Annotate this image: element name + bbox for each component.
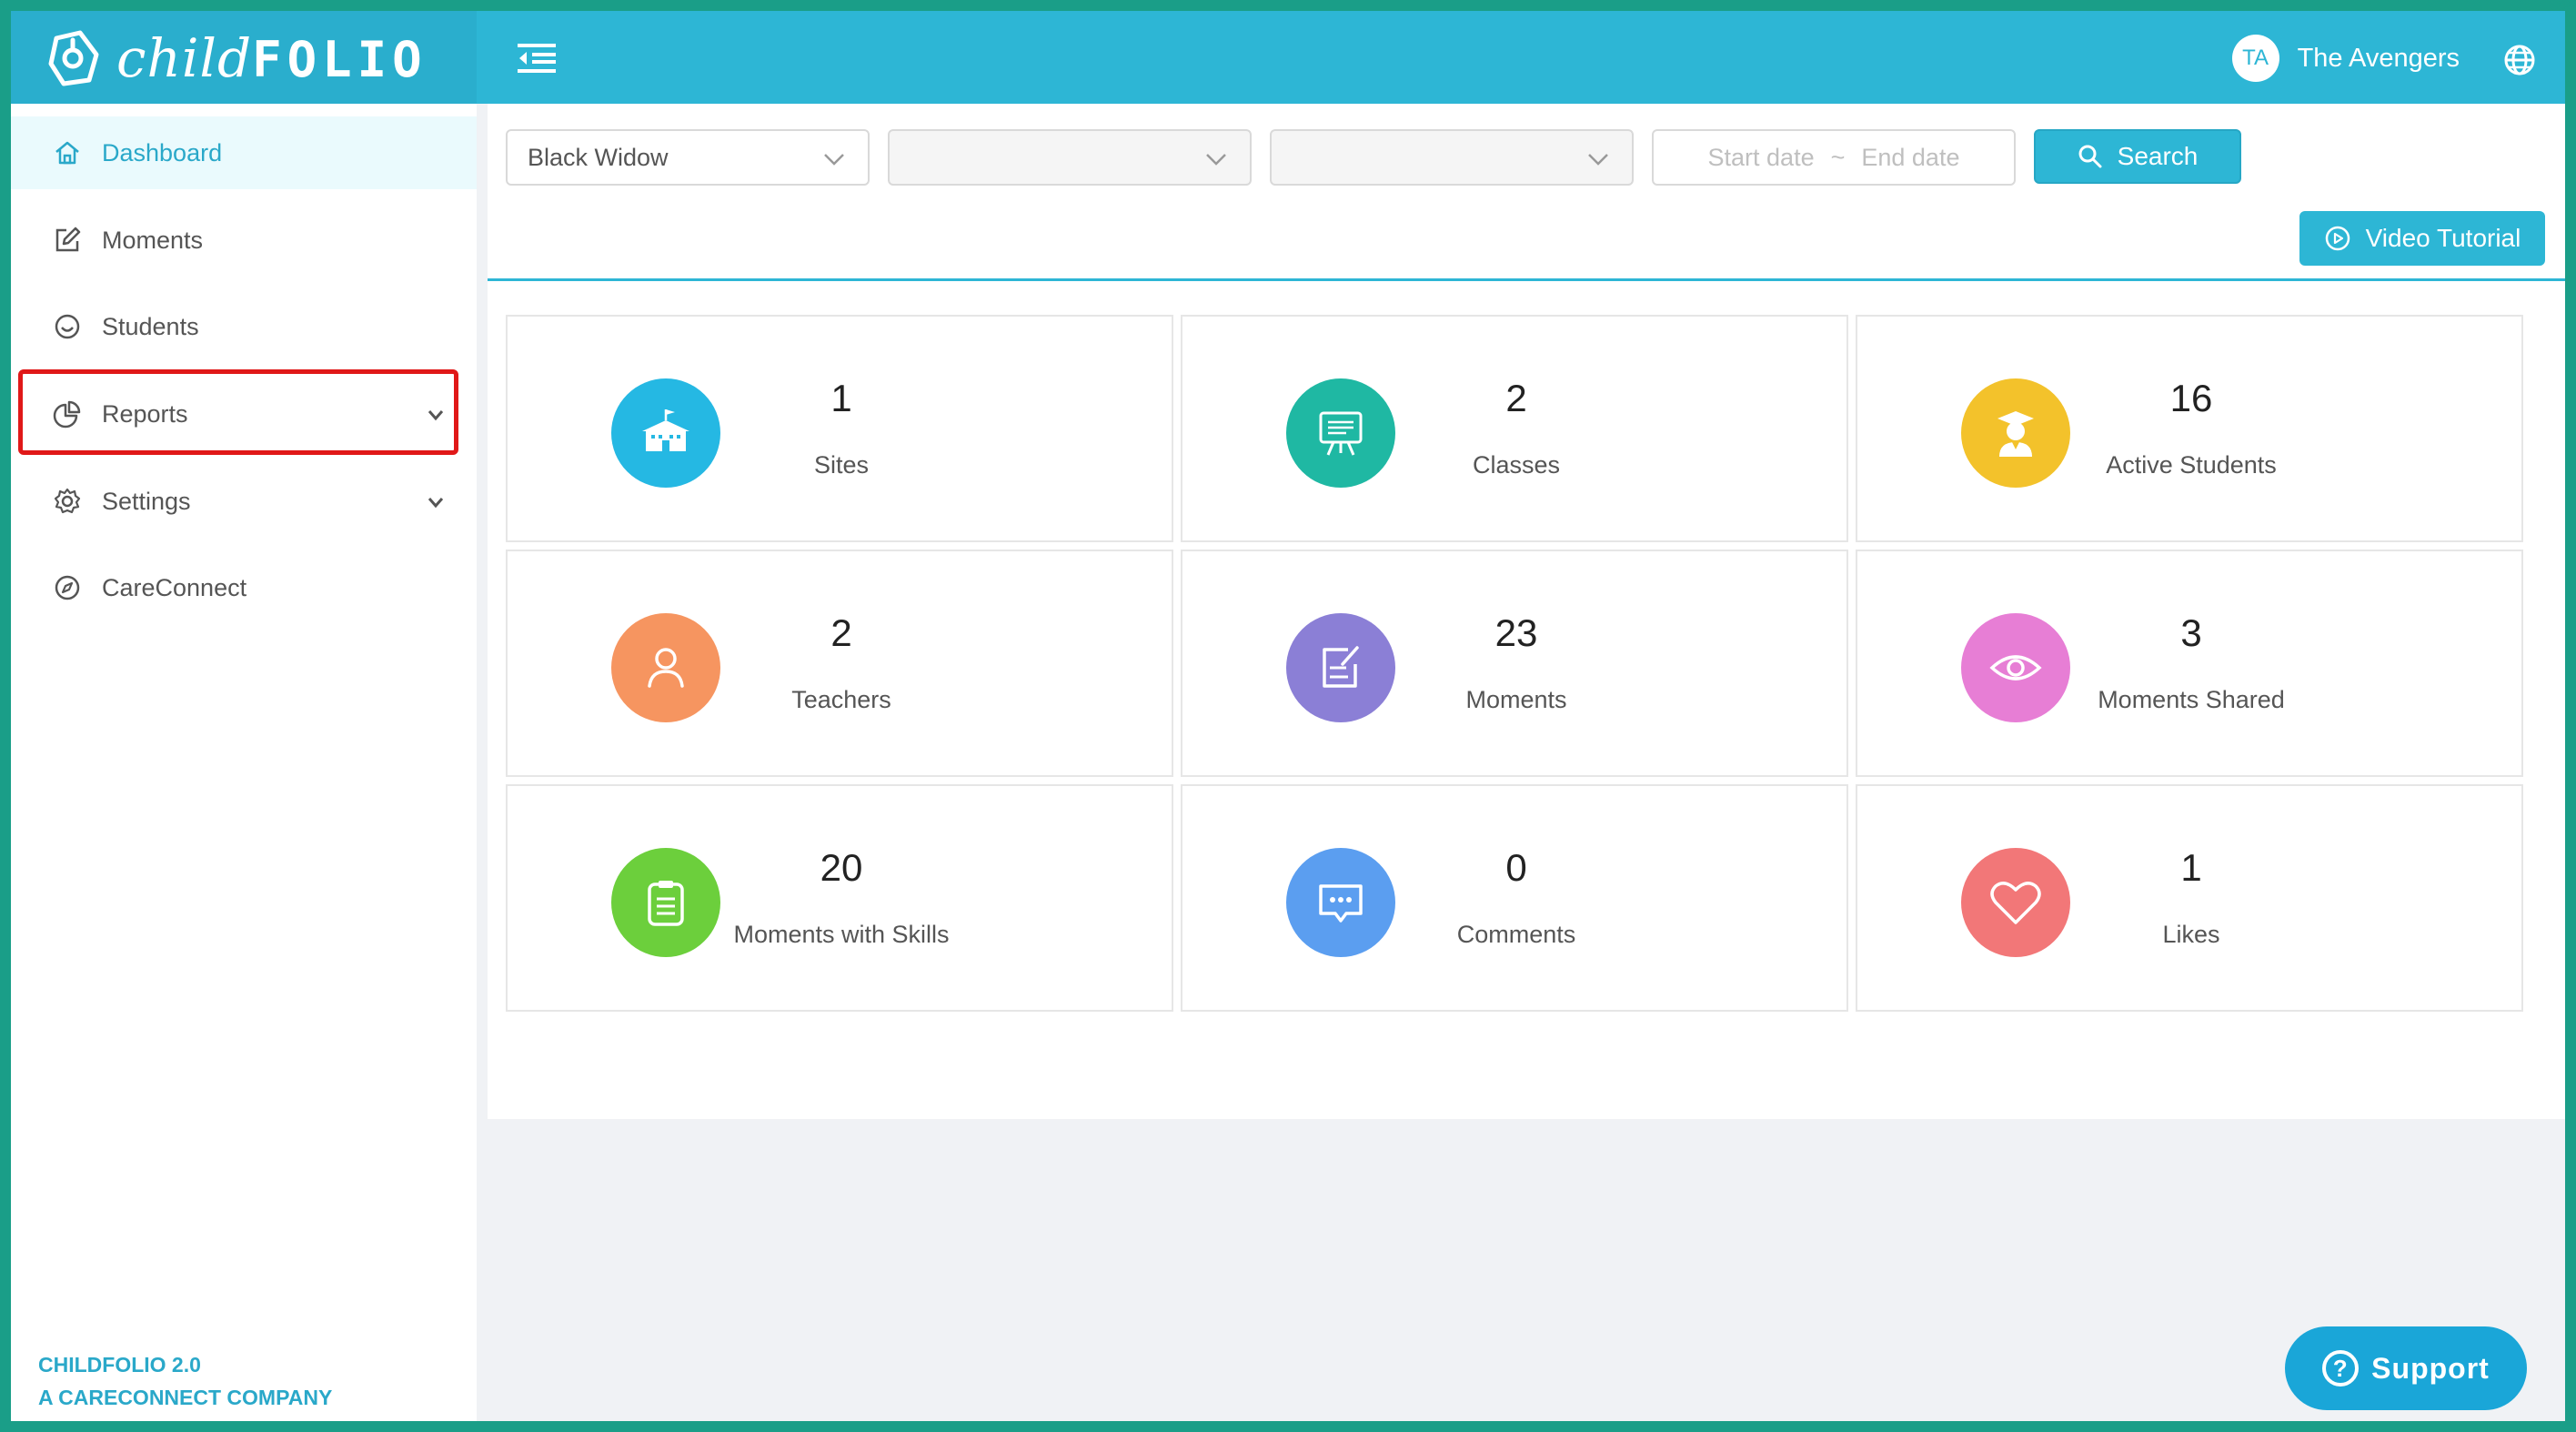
stat-value: 20: [820, 846, 863, 889]
site-select[interactable]: Black Widow: [506, 129, 870, 186]
childfolio-logo-text: childFOLIO: [116, 27, 428, 89]
search-button-label: Search: [2117, 142, 2199, 170]
sidebar-item-reports[interactable]: Reports: [11, 378, 477, 450]
stat-card-classes[interactable]: 2 Classes: [1181, 315, 1848, 542]
search-icon: [2078, 145, 2102, 168]
stat-value: 1: [2180, 846, 2202, 889]
stat-card-moments[interactable]: 23 Moments: [1181, 550, 1848, 777]
edit-icon: [55, 227, 81, 252]
pie-chart-icon: [53, 400, 81, 429]
support-button[interactable]: ? Support: [2285, 1326, 2527, 1410]
stat-label: Active Students: [2106, 451, 2277, 479]
stat-value: 3: [2180, 611, 2202, 654]
sidebar-item-careconnect[interactable]: CareConnect: [11, 551, 477, 624]
sidebar-item-students[interactable]: Students: [11, 290, 477, 363]
class-select[interactable]: [888, 129, 1252, 186]
stat-label: Comments: [1456, 921, 1576, 948]
stat-card-comments[interactable]: 0 Comments: [1181, 784, 1848, 1012]
search-button[interactable]: Search: [2034, 129, 2241, 184]
site-select-value: Black Widow: [528, 143, 669, 171]
sidebar: Dashboard Moments Students Reports Setti…: [11, 104, 484, 1421]
chevron-down-icon: [1206, 154, 1226, 166]
stat-value: 1: [830, 377, 852, 419]
stat-value: 23: [1494, 611, 1538, 654]
chevron-down-icon: [824, 154, 844, 166]
stat-label: Classes: [1472, 451, 1561, 479]
filter-bar: Black Widow Start date ~ End date Search: [506, 129, 2241, 186]
stat-value: 2: [1505, 377, 1527, 419]
compass-icon: [55, 575, 80, 600]
gear-icon: [54, 488, 81, 514]
stat-label: Moments: [1465, 686, 1567, 713]
sidebar-divider: [477, 104, 488, 1421]
avatar: TA: [2231, 35, 2279, 82]
content-divider: [488, 278, 2565, 281]
stat-card-moments-shared[interactable]: 3 Moments Shared: [1856, 550, 2523, 777]
stat-value: 16: [2169, 377, 2213, 419]
sidebar-item-moments[interactable]: Moments: [11, 204, 477, 277]
user-menu[interactable]: TA The Avengers: [2231, 35, 2460, 82]
sidebar-footer-brand: CHILDFOLIO 2.0 A CARECONNECT COMPANY: [38, 1348, 332, 1414]
play-circle-icon: [2325, 226, 2350, 251]
sidebar-item-label: Students: [102, 312, 199, 340]
smile-icon: [55, 314, 80, 339]
stat-card-active-students[interactable]: 16 Active Students: [1856, 315, 2523, 542]
globe-icon[interactable]: [2503, 44, 2536, 76]
chevron-down-icon: [428, 498, 444, 509]
home-icon: [55, 141, 79, 165]
stat-value: 2: [830, 611, 852, 654]
sidebar-item-dashboard[interactable]: Dashboard: [11, 116, 484, 189]
video-tutorial-label: Video Tutorial: [2365, 224, 2521, 252]
sidebar-item-label: Settings: [102, 487, 191, 515]
help-icon: ?: [2322, 1350, 2360, 1387]
student-select[interactable]: [1270, 129, 1634, 186]
app-window: childFOLIO TA The Avengers Dashboard Mom…: [11, 11, 2565, 1421]
sidebar-item-settings[interactable]: Settings: [11, 465, 477, 538]
start-date-input[interactable]: Start date: [1708, 144, 1815, 172]
support-label: Support: [2371, 1351, 2490, 1385]
footer-version: CHILDFOLIO 2.0: [38, 1353, 201, 1377]
end-date-input[interactable]: End date: [1861, 144, 1959, 172]
sidebar-item-label: CareConnect: [102, 573, 247, 601]
top-bar: childFOLIO TA The Avengers: [11, 11, 2565, 104]
stat-label: Moments with Skills: [733, 921, 950, 948]
content-background: [488, 1119, 2565, 1421]
stat-card-teachers[interactable]: 2 Teachers: [506, 550, 1173, 777]
stats-grid: 1 Sites 2 Classes 16 Active Students 2 T…: [506, 315, 2536, 1012]
stat-card-sites[interactable]: 1 Sites: [506, 315, 1173, 542]
chevron-down-icon: [1588, 154, 1608, 166]
stat-label: Likes: [2162, 921, 2220, 948]
date-range-picker[interactable]: Start date ~ End date: [1652, 129, 2016, 186]
stat-label: Sites: [813, 451, 870, 479]
menu-fold-icon[interactable]: [516, 40, 558, 76]
chevron-down-icon: [428, 410, 444, 421]
stat-label: Teachers: [791, 686, 891, 713]
logo-area[interactable]: childFOLIO: [11, 11, 477, 104]
date-separator: ~: [1830, 143, 1846, 171]
footer-company: A CARECONNECT COMPANY: [38, 1386, 333, 1409]
stat-value: 0: [1505, 846, 1527, 889]
video-tutorial-button[interactable]: Video Tutorial: [2299, 211, 2545, 266]
stat-label: Moments Shared: [2098, 686, 2285, 713]
stat-card-likes[interactable]: 1 Likes: [1856, 784, 2523, 1012]
user-name: The Avengers: [2297, 43, 2460, 73]
sidebar-item-label: Moments: [102, 226, 204, 254]
sidebar-item-label: Dashboard: [102, 138, 223, 166]
sidebar-item-label: Reports: [102, 399, 188, 428]
childfolio-logo-icon: [48, 30, 99, 86]
stat-card-moments-with-skills[interactable]: 20 Moments with Skills: [506, 784, 1173, 1012]
